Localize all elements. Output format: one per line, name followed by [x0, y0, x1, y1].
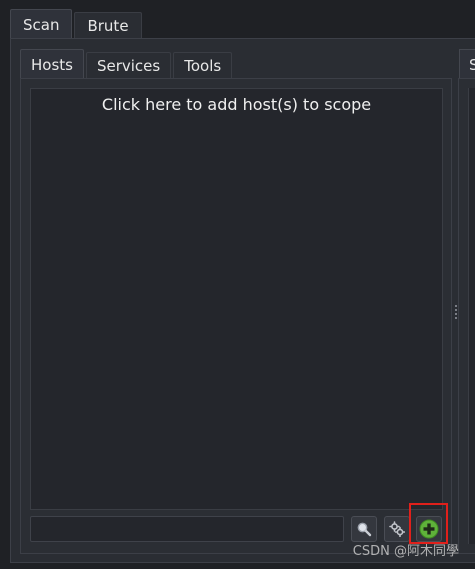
host-filter-input[interactable] — [30, 516, 344, 542]
plus-circle-icon — [419, 519, 439, 539]
tab-right-panel[interactable]: S — [459, 49, 475, 79]
panel-splitter-handle[interactable] — [455, 305, 458, 319]
add-hosts-hint[interactable]: Click here to add host(s) to scope — [31, 95, 442, 114]
tab-brute-label: Brute — [87, 17, 129, 35]
gears-icon — [389, 521, 405, 537]
right-panel-content — [468, 88, 475, 544]
app-window: Scan Brute Hosts Services Tools Click he… — [0, 0, 475, 569]
sub-tab-bar: Hosts Services Tools — [20, 49, 234, 79]
tab-right-label: S — [469, 56, 475, 74]
tab-services[interactable]: Services — [85, 52, 172, 79]
add-host-button[interactable] — [416, 516, 442, 542]
host-list[interactable]: Click here to add host(s) to scope — [30, 88, 443, 510]
magnifier-icon — [357, 522, 372, 537]
tab-services-label: Services — [96, 57, 161, 75]
tab-hosts-label: Hosts — [31, 55, 73, 74]
watermark: CSDN @阿木同學 — [352, 544, 459, 559]
search-button[interactable] — [351, 516, 377, 542]
tab-brute[interactable]: Brute — [74, 12, 142, 39]
tab-tools[interactable]: Tools — [173, 52, 233, 79]
tab-hosts[interactable]: Hosts — [20, 49, 84, 79]
settings-button[interactable] — [384, 516, 410, 542]
tab-scan-label: Scan — [23, 15, 60, 34]
tab-tools-label: Tools — [184, 57, 222, 75]
main-tab-bar: Scan Brute — [10, 9, 144, 39]
tab-scan[interactable]: Scan — [10, 9, 73, 39]
